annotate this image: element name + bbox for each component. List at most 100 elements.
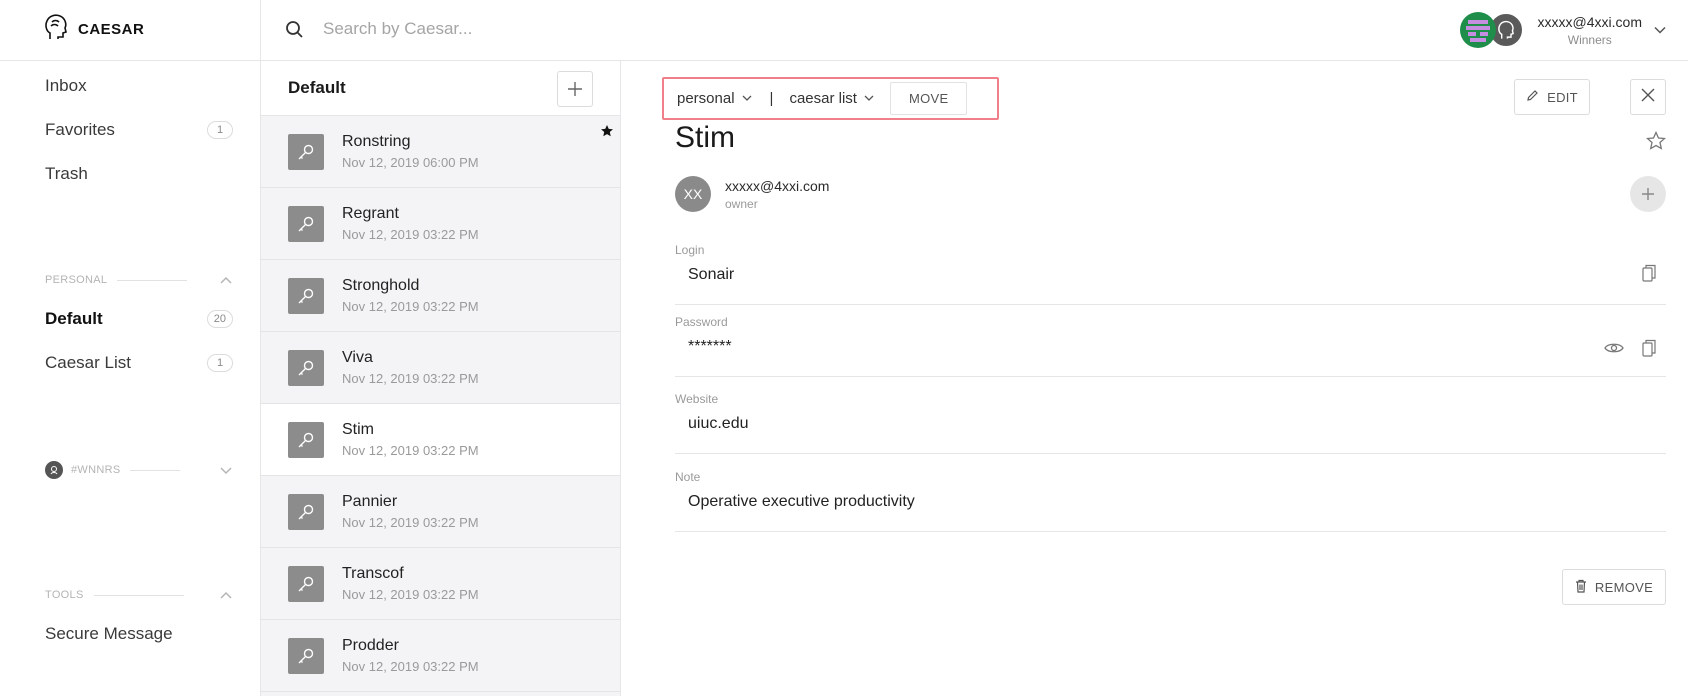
- sidebar-item-default[interactable]: Default 20: [45, 309, 233, 329]
- owner-avatar: XX: [675, 176, 711, 212]
- owner-row: XX xxxxx@4xxi.com owner: [675, 176, 829, 212]
- list-item-date: Nov 12, 2019 03:22 PM: [342, 299, 479, 314]
- field-label: Password: [675, 315, 728, 329]
- chevron-up-icon[interactable]: [219, 275, 233, 285]
- chevron-down-icon: [864, 95, 874, 102]
- list-title: Default: [288, 78, 346, 97]
- section-header-tools[interactable]: TOOLS: [45, 587, 233, 603]
- field-label: Login: [675, 243, 705, 257]
- chevron-up-icon[interactable]: [219, 590, 233, 600]
- section-title: TOOLS: [45, 589, 84, 601]
- website-value[interactable]: uiuc.edu: [688, 415, 749, 433]
- list-header: Default: [261, 61, 620, 116]
- sidebar-item-label: Trash: [45, 164, 88, 183]
- list-item-date: Nov 12, 2019 03:22 PM: [342, 371, 479, 386]
- brand-name: CAESAR: [78, 20, 145, 38]
- sidebar-item-trash[interactable]: Trash: [45, 164, 233, 184]
- sidebar-item-secure-message[interactable]: Secure Message: [45, 624, 233, 644]
- list-item-name: Prodder: [342, 637, 399, 654]
- list-item[interactable]: Pannier Nov 12, 2019 03:22 PM: [261, 476, 620, 548]
- list-item[interactable]: Stronghold Nov 12, 2019 03:22 PM: [261, 260, 620, 332]
- copy-icon[interactable]: [1642, 264, 1656, 287]
- edit-button[interactable]: EDIT: [1514, 79, 1590, 115]
- close-icon: [1641, 88, 1655, 107]
- list-selector[interactable]: caesar list: [789, 90, 874, 107]
- chevron-down-icon[interactable]: [219, 465, 233, 475]
- key-icon: [288, 493, 324, 530]
- move-button[interactable]: MOVE: [889, 82, 968, 115]
- chevron-down-icon: [742, 95, 752, 102]
- user-menu[interactable]: xxxxx@4xxi.com Winners: [1459, 10, 1666, 50]
- website-field: Website uiuc.edu: [675, 392, 1666, 454]
- owner-role: owner: [725, 196, 758, 211]
- list-item[interactable]: Ronstring Nov 12, 2019 06:00 PM: [261, 116, 620, 188]
- login-field: Login Sonair: [675, 243, 1666, 305]
- star-filled-icon: [600, 124, 614, 143]
- field-label: Note: [675, 470, 701, 484]
- section-title: PERSONAL: [45, 274, 108, 286]
- add-item-button[interactable]: [557, 71, 593, 107]
- key-icon: [288, 565, 324, 602]
- list-item-name: Pannier: [342, 493, 398, 510]
- logo[interactable]: CAESAR: [44, 13, 145, 46]
- list-item[interactable]: Transcof Nov 12, 2019 03:22 PM: [261, 548, 620, 620]
- note-value[interactable]: Operative executive productivity: [688, 493, 915, 511]
- add-member-button[interactable]: [1630, 176, 1666, 212]
- trash-icon: [1575, 579, 1587, 596]
- divider: [130, 469, 181, 471]
- user-email: xxxxx@4xxi.com: [1537, 13, 1642, 30]
- list-item-date: Nov 12, 2019 03:22 PM: [342, 659, 479, 674]
- team-selector[interactable]: personal: [677, 90, 752, 107]
- sidebar-item-caesar-list[interactable]: Caesar List 1: [45, 353, 233, 373]
- count-badge: 20: [206, 310, 233, 328]
- copy-icon[interactable]: [1642, 339, 1656, 362]
- password-field: Password *******: [675, 315, 1666, 377]
- close-button[interactable]: [1630, 79, 1666, 115]
- team-selector-label: personal: [677, 90, 735, 107]
- pencil-icon: [1526, 89, 1539, 105]
- list-item[interactable]: Stim Nov 12, 2019 03:22 PM: [261, 404, 620, 476]
- list-item-date: Nov 12, 2019 03:22 PM: [342, 515, 479, 530]
- list-item-date: Nov 12, 2019 03:22 PM: [342, 587, 479, 602]
- sidebar-item-favorites[interactable]: Favorites 1: [45, 120, 233, 140]
- owner-email: xxxxx@4xxi.com: [725, 177, 830, 194]
- list-item[interactable]: Viva Nov 12, 2019 03:22 PM: [261, 332, 620, 404]
- chevron-down-icon[interactable]: [1654, 21, 1666, 39]
- list-item[interactable]: Prodder Nov 12, 2019 03:22 PM: [261, 620, 620, 692]
- key-icon: [288, 277, 324, 314]
- caesar-head-icon: [44, 13, 68, 46]
- key-icon: [288, 637, 324, 674]
- sidebar: CAESAR Inbox Favorites 1 Trash PERSONAL …: [0, 0, 261, 696]
- search-icon: [285, 20, 304, 44]
- search-input[interactable]: [323, 14, 823, 44]
- team-avatar-icon: [45, 461, 63, 479]
- star-outline-icon[interactable]: [1645, 130, 1667, 156]
- section-header-personal[interactable]: PERSONAL: [45, 272, 233, 288]
- list-item[interactable]: Regrant Nov 12, 2019 03:22 PM: [261, 188, 620, 260]
- remove-label: REMOVE: [1594, 579, 1654, 595]
- note-field: Note Operative executive productivity: [675, 470, 1666, 532]
- count-badge: 1: [207, 121, 233, 139]
- user-team: Winners: [1567, 32, 1612, 47]
- list-item-date: Nov 12, 2019 03:22 PM: [342, 443, 479, 458]
- item-detail: personal | caesar list MOVE EDIT Stim XX: [622, 61, 1688, 696]
- list-item-date: Nov 12, 2019 03:22 PM: [342, 227, 479, 242]
- list-item-date: Nov 12, 2019 06:00 PM: [342, 155, 479, 170]
- item-title: Stim: [675, 121, 735, 154]
- remove-button[interactable]: REMOVE: [1562, 569, 1666, 605]
- divider: [117, 279, 188, 281]
- password-value[interactable]: *******: [688, 338, 732, 356]
- eye-icon[interactable]: [1604, 341, 1624, 360]
- sidebar-item-label: Inbox: [45, 76, 87, 95]
- sidebar-item-label: Favorites: [45, 120, 115, 139]
- list-item-name: Stim: [342, 421, 374, 438]
- sidebar-item-label: Caesar List: [45, 353, 131, 372]
- list-item-name: Ronstring: [342, 133, 411, 150]
- list-item-name: Stronghold: [342, 277, 420, 294]
- breadcrumb: personal | caesar list MOVE: [662, 77, 999, 120]
- login-value[interactable]: Sonair: [688, 266, 734, 284]
- sidebar-item-inbox[interactable]: Inbox: [45, 76, 233, 96]
- topbar: xxxxx@4xxi.com Winners: [261, 0, 1688, 61]
- user-info: xxxxx@4xxi.com Winners: [1538, 14, 1642, 47]
- section-header-team[interactable]: #WNNRS: [45, 461, 233, 479]
